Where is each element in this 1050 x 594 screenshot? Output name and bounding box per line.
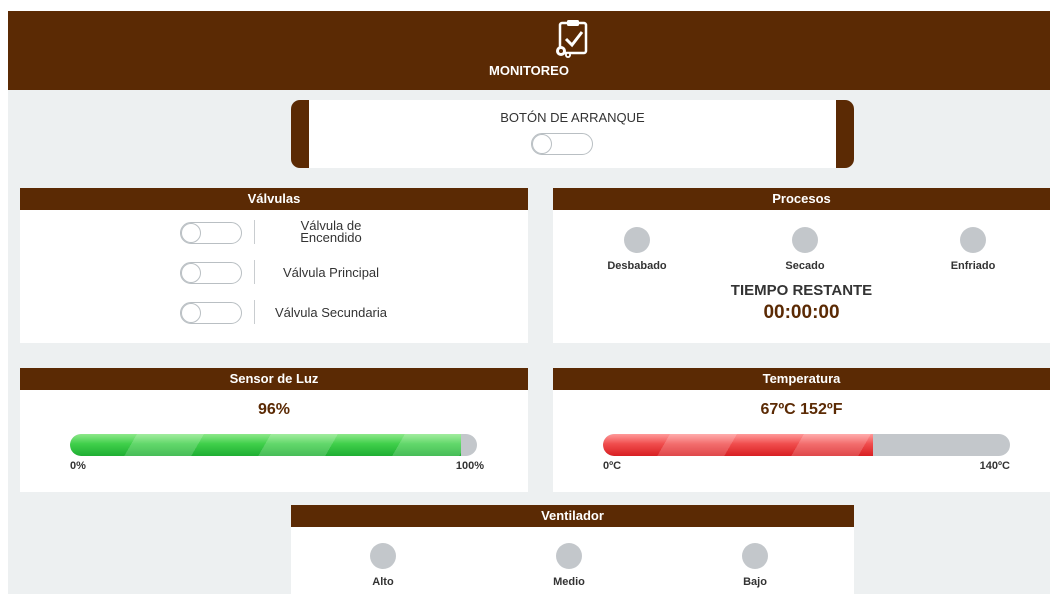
valve-main-toggle[interactable] bbox=[180, 262, 242, 284]
valve-ignition-toggle[interactable] bbox=[180, 222, 242, 244]
temperature-panel: Temperatura 67ºC 152ºF 0ºC 140ºC bbox=[553, 368, 1050, 492]
divider bbox=[254, 220, 255, 244]
temperature-min-label: 0ºC bbox=[603, 460, 622, 472]
divider bbox=[254, 260, 255, 284]
fan-alto-indicator bbox=[370, 543, 396, 569]
light-sensor-value: 96% bbox=[257, 401, 291, 418]
start-card: BOTÓN DE ARRANQUE bbox=[291, 100, 854, 168]
bar-stripes bbox=[603, 434, 874, 456]
temperature-bar bbox=[603, 434, 1010, 456]
toggle-knob bbox=[181, 303, 201, 323]
valve-row-secondary: Válvula Secundaria bbox=[20, 298, 525, 328]
toggle-knob bbox=[181, 263, 201, 283]
remaining-time-label: TIEMPO RESTANTE bbox=[730, 282, 873, 299]
temperature-max-label: 140ºC bbox=[979, 460, 1010, 472]
temperature-bar-fill bbox=[603, 434, 874, 456]
light-sensor-bar-fill bbox=[70, 434, 461, 456]
light-sensor-panel: Sensor de Luz 96% 0% 100% bbox=[20, 368, 528, 492]
light-sensor-title: Sensor de Luz bbox=[20, 368, 528, 390]
temperature-value: 67ºC 152ºF bbox=[760, 401, 843, 418]
process-enfriado-indicator bbox=[960, 227, 986, 253]
light-sensor-max-label: 100% bbox=[455, 460, 484, 472]
process-secado-indicator bbox=[792, 227, 818, 253]
toggle-knob bbox=[532, 134, 552, 154]
clipboard-check-gear-icon bbox=[553, 19, 593, 59]
valve-row-main: Válvula Principal bbox=[20, 258, 525, 288]
light-sensor-min-label: 0% bbox=[70, 460, 86, 472]
process-desbabado-indicator bbox=[624, 227, 650, 253]
start-label: BOTÓN DE ARRANQUE bbox=[500, 110, 645, 125]
fan-bajo-indicator bbox=[742, 543, 768, 569]
fan-panel: Ventilador Alto Medio Bajo bbox=[291, 505, 854, 594]
processes-panel: Procesos Desbabado Secado Enfriado TIEMP… bbox=[553, 188, 1050, 343]
fan-medio-indicator bbox=[556, 543, 582, 569]
fan-alto-label: Alto bbox=[372, 576, 394, 588]
process-secado-label: Secado bbox=[785, 260, 825, 272]
dashboard: MONITOREO BOTÓN DE ARRANQUE Válvulas Vál… bbox=[8, 11, 1050, 594]
processes-title: Procesos bbox=[553, 188, 1050, 210]
divider bbox=[254, 300, 255, 324]
start-toggle[interactable] bbox=[531, 133, 593, 155]
process-desbabado-label: Desbabado bbox=[607, 260, 667, 272]
valves-panel: Válvulas Válvula de Encendido Válvula Pr… bbox=[20, 188, 528, 343]
toggle-knob bbox=[181, 223, 201, 243]
bar-stripes bbox=[70, 434, 461, 456]
remaining-time-value: 00:00:00 bbox=[763, 302, 840, 323]
fan-medio-label: Medio bbox=[553, 576, 585, 588]
valve-main-label: Válvula Principal bbox=[282, 265, 380, 280]
fan-title: Ventilador bbox=[291, 505, 854, 527]
temperature-title: Temperatura bbox=[553, 368, 1050, 390]
fan-bajo-label: Bajo bbox=[743, 576, 767, 588]
light-sensor-bar bbox=[70, 434, 477, 456]
valve-row-ignition: Válvula de Encendido bbox=[20, 218, 525, 248]
valve-secondary-label: Válvula Secundaria bbox=[274, 305, 388, 320]
header-bar: MONITOREO bbox=[8, 11, 1050, 90]
valve-ignition-label-line2: Encendido bbox=[300, 230, 362, 245]
process-enfriado-label: Enfriado bbox=[950, 260, 996, 272]
valve-ignition-label: Válvula de Encendido bbox=[266, 219, 396, 245]
page-title: MONITOREO bbox=[489, 63, 569, 78]
valve-secondary-toggle[interactable] bbox=[180, 302, 242, 324]
valves-title: Válvulas bbox=[20, 188, 528, 210]
